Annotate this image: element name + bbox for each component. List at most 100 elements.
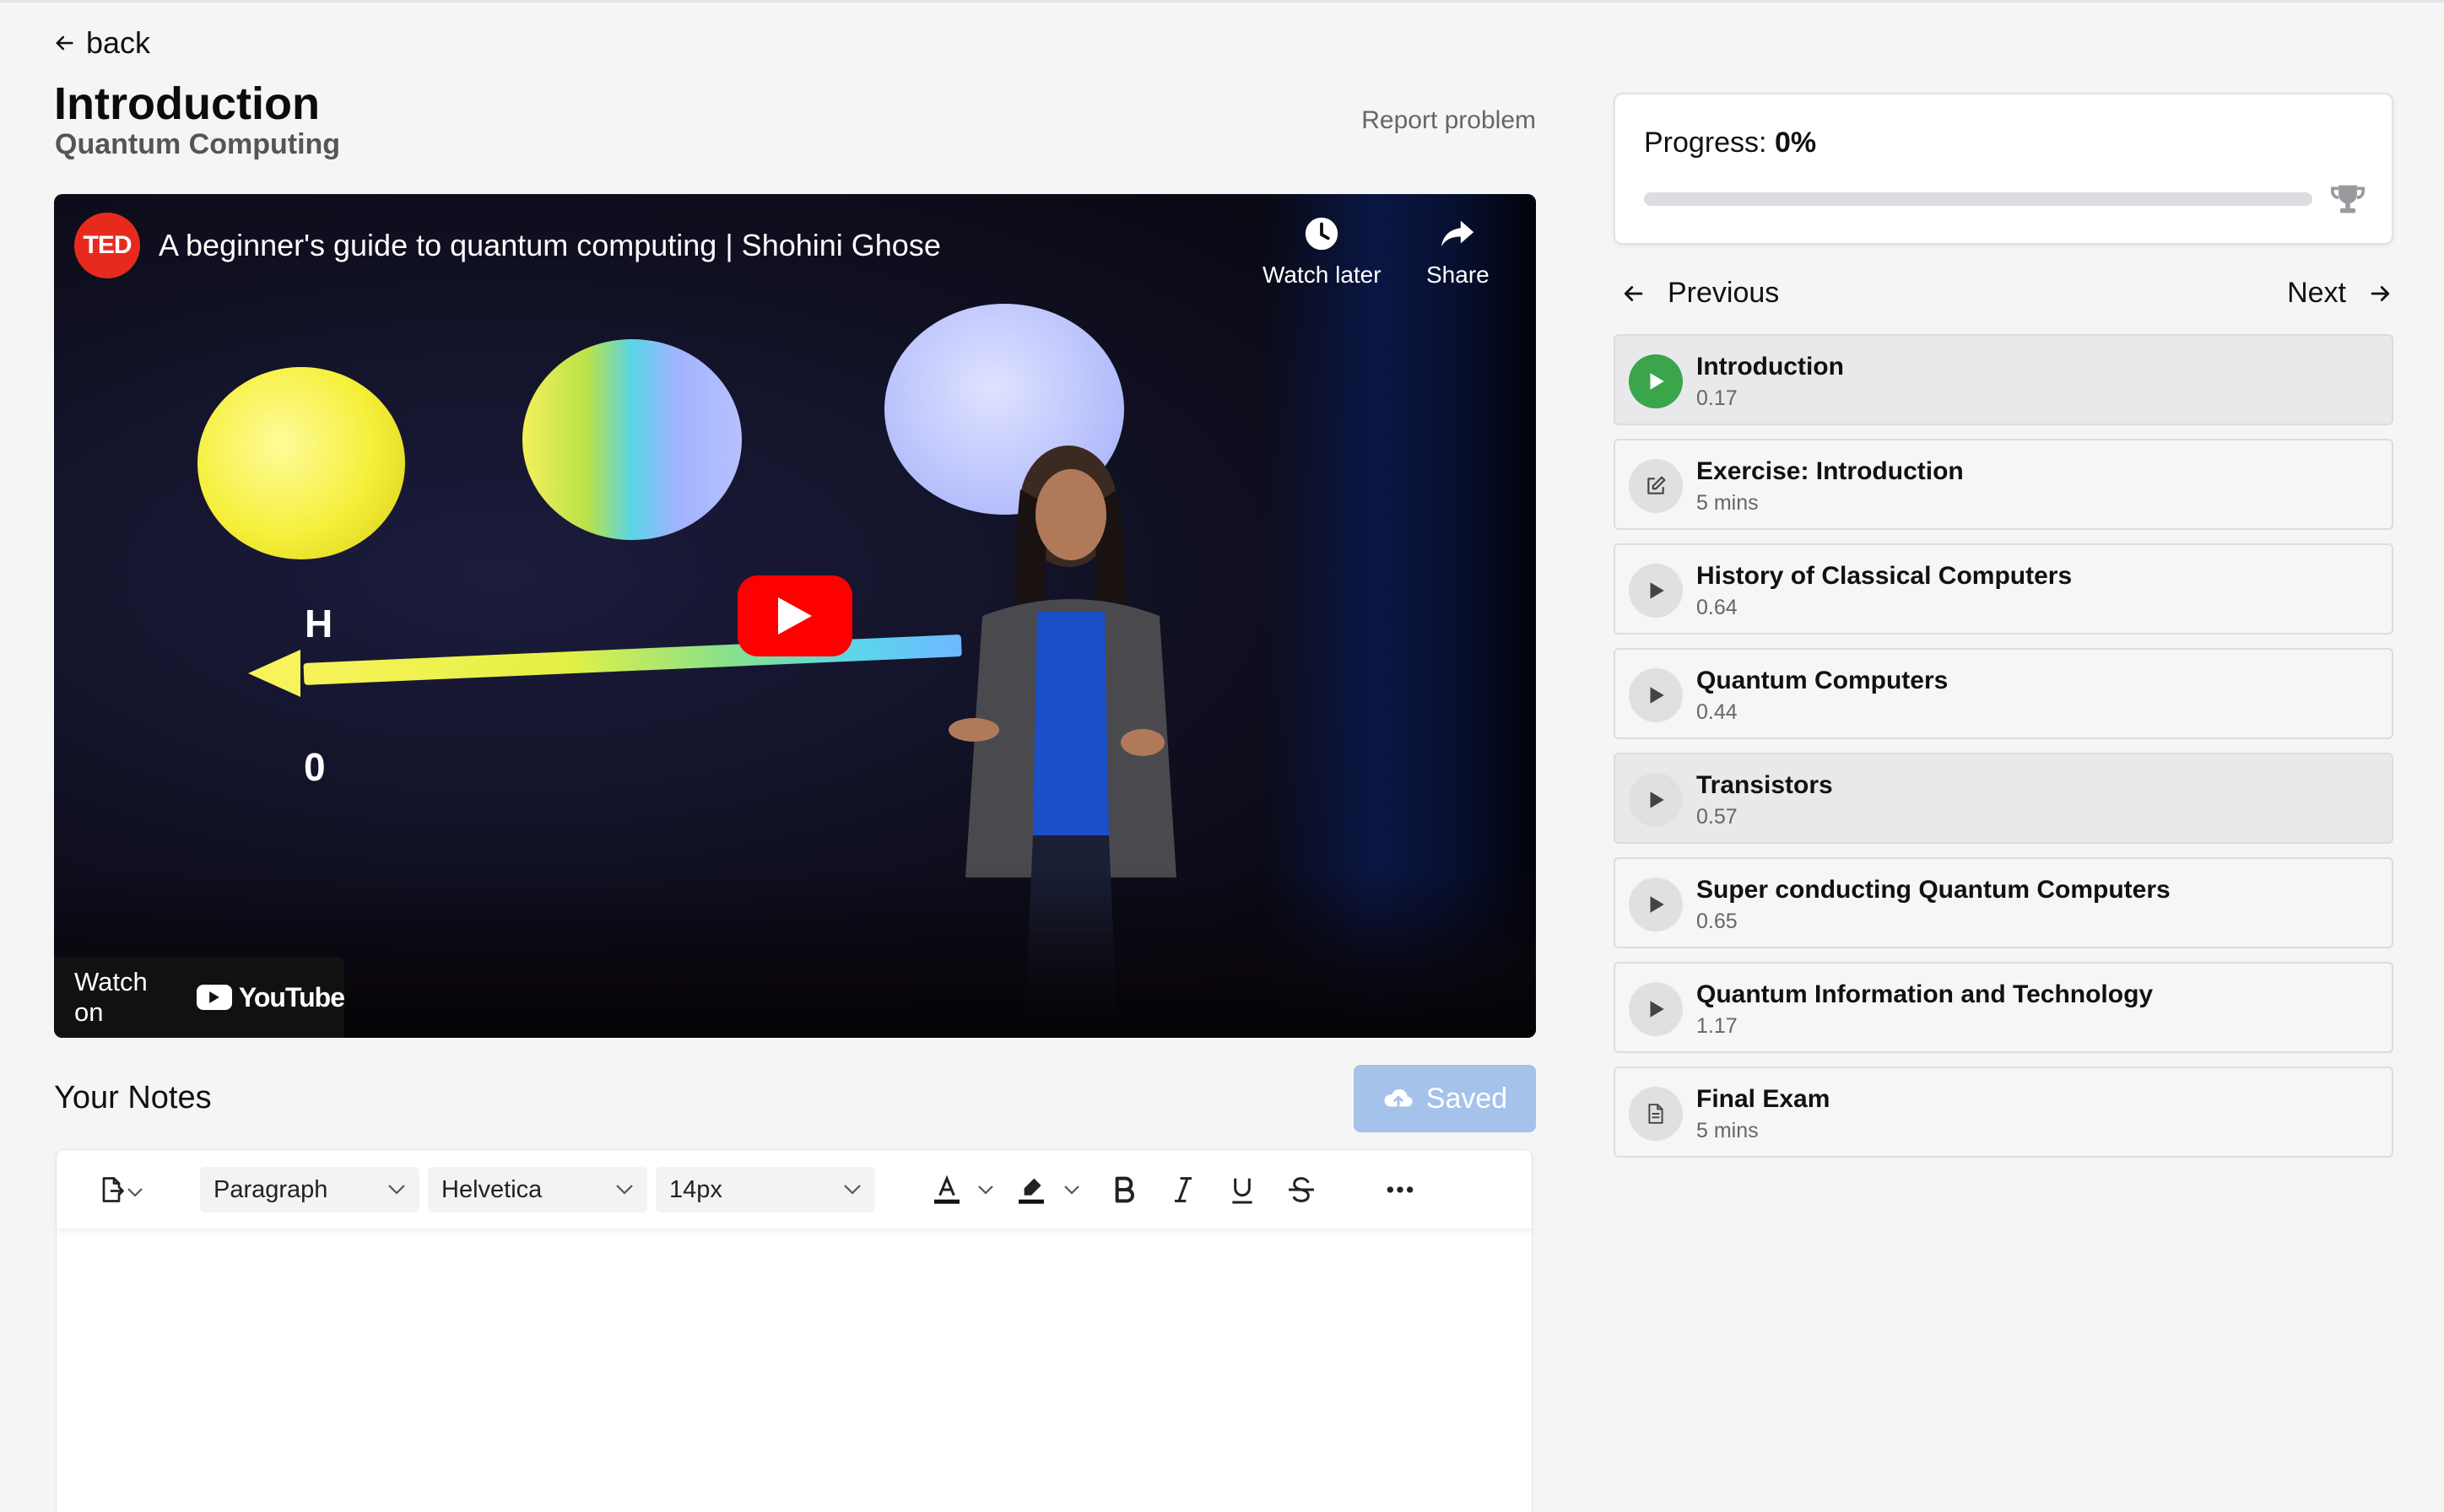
lesson-duration: 0.65 xyxy=(1696,910,1738,933)
lesson-duration: 5 mins xyxy=(1696,1119,1759,1142)
lesson-title: Quantum Information and Technology xyxy=(1696,980,2154,1008)
lesson-item[interactable]: History of Classical Computers 0.64 xyxy=(1614,543,2393,634)
notes-editor[interactable]: Paragraph Helvetica 14px xyxy=(56,1149,1533,1512)
trophy-icon xyxy=(2331,185,2365,213)
edit-icon xyxy=(1647,476,1666,494)
more-horizontal-icon xyxy=(1387,1186,1414,1193)
lesson-title: Introduction xyxy=(1696,353,1844,381)
font-family-select[interactable]: Helvetica xyxy=(428,1167,647,1212)
play-button[interactable] xyxy=(738,575,852,656)
play-icon xyxy=(778,597,812,634)
lesson-status-icon xyxy=(1629,564,1683,618)
back-label: back xyxy=(86,25,151,60)
watch-later-button[interactable]: Watch later xyxy=(1263,214,1382,289)
youtube-play-icon xyxy=(196,985,232,1010)
video-scene-label-0: 0 xyxy=(304,745,326,789)
strikethrough-button[interactable] xyxy=(1280,1167,1322,1212)
video-title[interactable]: A beginner's guide to quantum computing … xyxy=(159,228,941,263)
chevron-down-icon xyxy=(616,1185,633,1195)
bold-button[interactable] xyxy=(1103,1167,1145,1212)
lesson-status-icon xyxy=(1629,1087,1683,1141)
font-family-value: Helvetica xyxy=(441,1175,543,1203)
lesson-duration: 1.17 xyxy=(1696,1014,1738,1038)
lesson-title: History of Classical Computers xyxy=(1696,562,2073,590)
back-link[interactable]: back xyxy=(52,25,150,61)
video-scene-yellow-circle xyxy=(197,367,405,559)
lesson-item[interactable]: Super conducting Quantum Computers 0.65 xyxy=(1614,857,2393,948)
highlight-color-button[interactable] xyxy=(1010,1167,1052,1212)
saved-label: Saved xyxy=(1425,1082,1508,1115)
notes-heading: Your Notes xyxy=(54,1080,212,1115)
more-options-button[interactable] xyxy=(1376,1167,1424,1212)
lesson-item[interactable]: Quantum Computers 0.44 xyxy=(1614,648,2393,739)
watch-later-label: Watch later xyxy=(1263,262,1382,288)
play-icon xyxy=(1650,687,1664,704)
youtube-logo: YouTube xyxy=(196,982,345,1013)
video-header: TED A beginner's guide to quantum comput… xyxy=(74,213,941,278)
lesson-title: Transistors xyxy=(1696,771,1833,799)
text-color-dropdown[interactable] xyxy=(973,1167,998,1212)
previous-lesson-button[interactable]: Previous xyxy=(1620,277,1779,310)
video-scene-label-h: H xyxy=(305,602,333,645)
italic-button[interactable] xyxy=(1162,1167,1204,1212)
lesson-item[interactable]: Quantum Information and Technology 1.17 xyxy=(1614,962,2393,1053)
italic-icon xyxy=(1175,1177,1192,1202)
next-label: Next xyxy=(2287,277,2346,309)
block-format-value: Paragraph xyxy=(214,1175,328,1203)
play-icon xyxy=(1650,373,1664,390)
course-name: Quantum Computing xyxy=(55,128,341,160)
lesson-status-icon xyxy=(1629,982,1683,1036)
underline-button[interactable] xyxy=(1221,1167,1263,1212)
lesson-status-icon xyxy=(1629,878,1683,932)
progress-label-text: Progress: xyxy=(1644,127,1767,159)
video-scene-arrowhead xyxy=(248,650,300,697)
block-format-select[interactable]: Paragraph xyxy=(200,1167,419,1212)
lesson-duration: 5 mins xyxy=(1696,491,1759,515)
share-arrow-icon xyxy=(1441,220,1474,247)
chevron-down-icon xyxy=(978,1185,993,1195)
lesson-duration: 0.17 xyxy=(1696,386,1738,410)
font-size-select[interactable]: 14px xyxy=(656,1167,875,1212)
font-size-value: 14px xyxy=(669,1175,722,1203)
text-color-icon xyxy=(934,1174,960,1204)
arrow-left-icon xyxy=(1624,285,1643,301)
lesson-item[interactable]: Introduction 0.17 xyxy=(1614,334,2393,425)
document-menu-button[interactable] xyxy=(89,1167,151,1212)
lesson-title: Final Exam xyxy=(1696,1085,1830,1113)
lesson-status-icon xyxy=(1629,459,1683,513)
chevron-down-icon xyxy=(127,1176,143,1204)
chevron-down-icon xyxy=(844,1185,861,1195)
document-export-icon xyxy=(102,1177,124,1202)
ted-channel-logo[interactable]: TED xyxy=(74,213,140,278)
video-scene-gradient-circle xyxy=(522,339,742,540)
cloud-upload-icon xyxy=(1384,1088,1413,1107)
play-icon xyxy=(1650,896,1664,913)
previous-label: Previous xyxy=(1668,277,1780,309)
underline-icon xyxy=(1232,1178,1252,1204)
lesson-item[interactable]: Transistors 0.57 xyxy=(1614,753,2393,844)
highlighter-icon xyxy=(1019,1178,1044,1204)
top-divider xyxy=(0,0,2444,3)
report-problem-link[interactable]: Report problem xyxy=(1361,106,1536,135)
lesson-item[interactable]: Final Exam 5 mins xyxy=(1614,1066,2393,1158)
share-label: Share xyxy=(1426,262,1490,288)
progress-label: Progress: 0% xyxy=(1644,127,1816,159)
progress-value: 0% xyxy=(1774,127,1817,159)
lesson-item[interactable]: Exercise: Introduction 5 mins xyxy=(1614,439,2393,530)
lesson-duration: 0.57 xyxy=(1696,805,1738,829)
watch-on-youtube-button[interactable]: Watch on YouTube xyxy=(54,957,345,1038)
lesson-status-icon xyxy=(1629,773,1683,827)
next-lesson-button[interactable]: Next xyxy=(2287,277,2393,310)
lesson-title: Exercise: Introduction xyxy=(1696,457,1964,485)
saved-button[interactable]: Saved xyxy=(1354,1065,1536,1132)
clock-icon xyxy=(1306,217,1338,251)
highlight-color-dropdown[interactable] xyxy=(1059,1167,1084,1212)
play-icon xyxy=(1650,1001,1664,1018)
editor-toolbar: Paragraph Helvetica 14px xyxy=(57,1150,1532,1229)
video-player[interactable]: H 0 TED A beginner's guide to quantum co… xyxy=(54,194,1536,1038)
arrow-left-icon xyxy=(56,35,73,51)
play-icon xyxy=(1650,582,1664,599)
share-button[interactable]: Share xyxy=(1426,214,1490,289)
text-color-button[interactable] xyxy=(926,1167,968,1212)
document-icon xyxy=(1648,1104,1663,1124)
